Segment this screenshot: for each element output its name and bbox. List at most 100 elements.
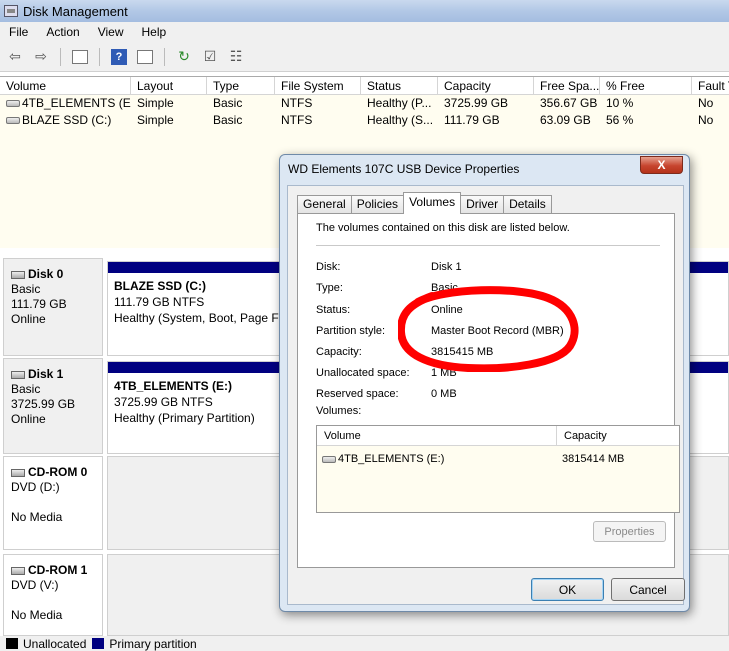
- layout-cell: Simple: [137, 96, 174, 110]
- volumes-tab-panel: The volumes contained on this disk are l…: [297, 213, 680, 568]
- legend-primary-partition: Primary partition: [109, 636, 197, 651]
- cancel-button[interactable]: Cancel: [611, 578, 685, 601]
- menu-help[interactable]: Help: [133, 25, 176, 39]
- column-status[interactable]: Status: [361, 77, 438, 94]
- window-title: Disk Management: [23, 3, 128, 19]
- column-volume[interactable]: Volume: [317, 426, 557, 445]
- column-type[interactable]: Type: [207, 77, 275, 94]
- capacity-label: Capacity:: [316, 346, 362, 358]
- disk-status: No Media: [11, 510, 63, 524]
- disk-status: Online: [11, 412, 46, 426]
- menu-action[interactable]: Action: [37, 25, 88, 39]
- column-file-system[interactable]: File System: [275, 77, 361, 94]
- check-disk-icon[interactable]: ☑: [199, 46, 221, 68]
- capacity-value: 3815415 MB: [431, 346, 494, 358]
- disk-1-label[interactable]: Disk 1 Basic 3725.99 GB Online: [3, 358, 103, 454]
- unallocated-space-label: Unallocated space:: [316, 367, 410, 379]
- menu-file[interactable]: File: [0, 25, 37, 39]
- ok-button[interactable]: OK: [531, 578, 604, 601]
- column-layout[interactable]: Layout: [131, 77, 207, 94]
- type-label: Type:: [316, 282, 343, 294]
- status-value: Online: [431, 304, 463, 316]
- show-hide-console-tree-icon[interactable]: [69, 46, 91, 68]
- menu-view[interactable]: View: [89, 25, 133, 39]
- layout-cell: Simple: [137, 113, 174, 127]
- drive-icon: [6, 117, 20, 125]
- capacity-cell: 3725.99 GB: [444, 96, 509, 110]
- properties-dialog: WD Elements 107C USB Device Properties X…: [279, 154, 690, 612]
- fault-tolerance-cell: No: [698, 96, 714, 110]
- menu-bar: File Action View Help: [0, 22, 729, 42]
- status-cell: Healthy (P...: [367, 96, 432, 110]
- type-value: Basic: [431, 282, 458, 294]
- free-space-cell: 63.09 GB: [540, 113, 591, 127]
- disk-name: Disk 0: [28, 267, 64, 281]
- disk-type: Basic: [11, 382, 41, 396]
- tab-volumes[interactable]: Volumes: [403, 192, 462, 214]
- help-icon[interactable]: ?: [108, 46, 130, 68]
- title-bar: Disk Management: [0, 0, 729, 22]
- legend-unallocated: Unallocated: [23, 636, 87, 651]
- tab-general[interactable]: General: [297, 195, 352, 214]
- refresh-icon[interactable]: ↻: [173, 46, 195, 68]
- volumes-label: Volumes:: [316, 405, 362, 417]
- tab-driver[interactable]: Driver: [460, 195, 505, 214]
- show-hide-action-pane-icon[interactable]: [134, 46, 156, 68]
- close-button[interactable]: X: [640, 156, 683, 174]
- unallocated-space-value: 1 MB: [431, 367, 457, 379]
- percent-free-cell: 56 %: [606, 113, 634, 127]
- unallocated-swatch: [6, 638, 18, 649]
- drive-icon: [322, 455, 336, 463]
- volumes-table: Volume Capacity 4TB_ELEMENTS (E:) 381541…: [316, 425, 680, 513]
- column-fault-tolerance[interactable]: Fault T: [692, 77, 729, 94]
- properties-button[interactable]: Properties: [593, 521, 666, 542]
- volume-cell: 4TB_ELEMENTS (E:): [317, 450, 557, 469]
- table-row[interactable]: BLAZE SSD (C:) Simple Basic NTFS Healthy…: [0, 112, 729, 129]
- disk-type: Basic: [11, 282, 41, 296]
- volume-list-header: Volume Layout Type File System Status Ca…: [0, 77, 729, 95]
- toolbar-separator: [60, 47, 61, 66]
- table-row[interactable]: 4TB_ELEMENTS (E:) 3815414 MB: [317, 450, 679, 469]
- disk-status: Online: [11, 312, 46, 326]
- disk-status: No Media: [11, 608, 63, 622]
- status-label: Status:: [316, 304, 351, 316]
- reserved-space-label: Reserved space:: [316, 388, 399, 400]
- properties-icon[interactable]: ☷: [225, 46, 247, 68]
- volume-name-cell: BLAZE SSD (C:): [0, 112, 131, 129]
- reserved-space-value: 0 MB: [431, 388, 457, 400]
- disk-icon: [11, 370, 25, 379]
- dialog-title: WD Elements 107C USB Device Properties: [288, 162, 520, 176]
- close-icon: X: [657, 158, 666, 172]
- volumes-intro-text: The volumes contained on this disk are l…: [316, 222, 570, 234]
- file-system-cell: NTFS: [281, 96, 313, 110]
- tab-policies[interactable]: Policies: [350, 195, 405, 214]
- column-capacity[interactable]: Capacity: [438, 77, 534, 94]
- cdrom-icon: [11, 566, 25, 575]
- status-cell: Healthy (S...: [367, 113, 434, 127]
- capacity-cell: 3815414 MB: [562, 453, 625, 465]
- disk-size: 111.79 GB: [11, 297, 67, 311]
- disk-name: Disk 1: [28, 367, 64, 381]
- cdrom-0-label[interactable]: CD-ROM 0 DVD (D:) No Media: [3, 456, 103, 550]
- cdrom-1-label[interactable]: CD-ROM 1 DVD (V:) No Media: [3, 554, 103, 636]
- fault-tolerance-cell: No: [698, 113, 714, 127]
- toolbar-separator: [164, 47, 165, 66]
- forward-arrow-icon[interactable]: ⇨: [30, 46, 52, 68]
- column-percent-free[interactable]: % Free: [600, 77, 692, 94]
- divider: [316, 245, 660, 246]
- volumes-table-header: Volume Capacity: [317, 426, 679, 446]
- disk-management-icon: [4, 5, 18, 17]
- disk-0-label[interactable]: Disk 0 Basic 111.79 GB Online: [3, 258, 103, 356]
- percent-free-cell: 10 %: [606, 96, 634, 110]
- partition-style-label: Partition style:: [316, 325, 386, 337]
- free-space-cell: 356.67 GB: [540, 96, 598, 110]
- column-free-space[interactable]: Free Spa...: [534, 77, 600, 94]
- file-system-cell: NTFS: [281, 113, 313, 127]
- column-capacity[interactable]: Capacity: [557, 426, 679, 445]
- toolbar: ⇦ ⇨ ? ↻ ☑ ☷: [0, 42, 729, 72]
- column-volume[interactable]: Volume: [0, 77, 131, 94]
- back-arrow-icon[interactable]: ⇦: [4, 46, 26, 68]
- table-row[interactable]: 4TB_ELEMENTS (E:) Simple Basic NTFS Heal…: [0, 95, 729, 112]
- tab-details[interactable]: Details: [503, 195, 552, 214]
- disk-name: CD-ROM 1: [28, 563, 88, 577]
